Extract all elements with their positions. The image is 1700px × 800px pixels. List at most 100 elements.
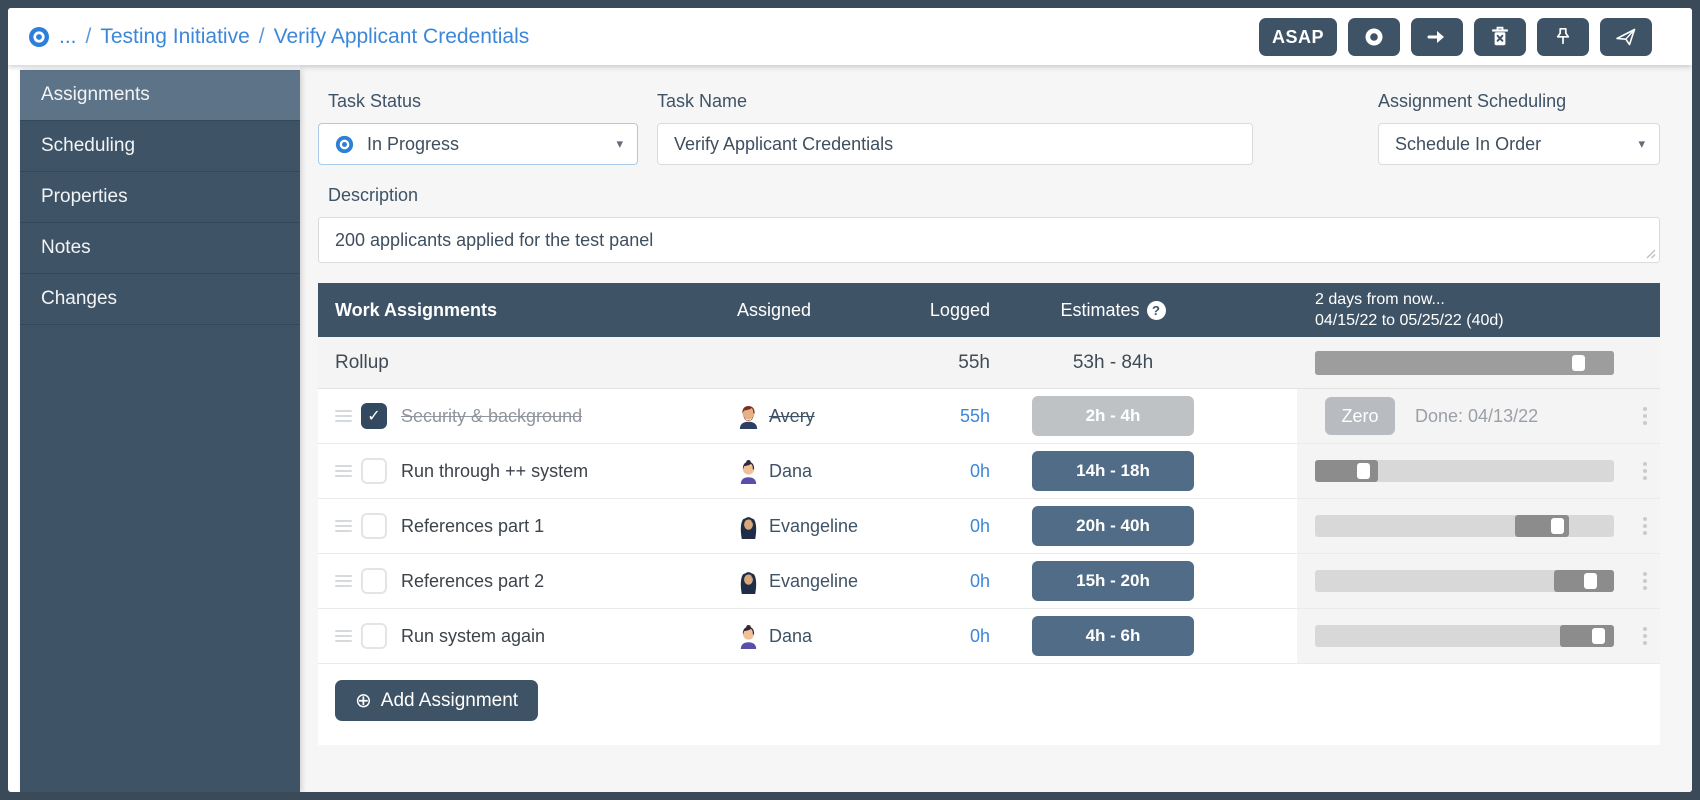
task-checkbox[interactable] (361, 623, 387, 649)
estimate-pill[interactable]: 20h - 40h (1032, 506, 1194, 546)
drag-handle-icon[interactable] (335, 520, 352, 532)
task-checkbox[interactable] (361, 458, 387, 484)
table-header-row: Work Assignments Assigned Logged Estimat… (318, 283, 1660, 337)
window-frame: ... / Testing Initiative / Verify Applic… (0, 0, 1700, 800)
avatar-dana (737, 459, 760, 484)
in-progress-icon (335, 135, 354, 154)
sidebar-item-assignments[interactable]: Assignments (20, 70, 300, 121)
avatar-avery (737, 404, 760, 429)
assignment-name[interactable]: Security & background (401, 406, 582, 427)
row-menu-icon[interactable] (1643, 572, 1647, 590)
rollup-label: Rollup (318, 337, 714, 388)
rollup-timeline-bar[interactable] (1315, 351, 1614, 375)
sidebar-item-changes[interactable]: Changes (20, 274, 300, 325)
task-status-icon (28, 26, 50, 48)
avatar-evangeline (737, 569, 760, 594)
arrow-right-icon (1426, 27, 1448, 47)
logged-hours-link[interactable]: 0h (970, 461, 990, 482)
add-assignment-button[interactable]: ⊕ Add Assignment (335, 680, 538, 721)
task-checkbox[interactable] (361, 568, 387, 594)
rollup-logged: 55h (958, 352, 990, 374)
logged-hours-link[interactable]: 55h (960, 406, 990, 427)
row-menu-icon[interactable] (1643, 462, 1647, 480)
header-estimates-label: Estimates (1060, 300, 1139, 321)
help-icon[interactable]: ? (1147, 301, 1166, 320)
table-row: References part 2 Evangeline 0h 15h - 20… (318, 554, 1660, 609)
assignment-name[interactable]: References part 1 (401, 516, 544, 537)
sidebar-item-notes[interactable]: Notes (20, 223, 300, 274)
description-input[interactable]: 200 applicants applied for the test pane… (318, 217, 1660, 263)
breadcrumb-project[interactable]: Testing Initiative (100, 25, 249, 49)
status-donut-button[interactable] (1348, 18, 1400, 56)
send-button[interactable] (1600, 18, 1652, 56)
zero-button[interactable]: Zero (1325, 397, 1395, 435)
move-button[interactable] (1411, 18, 1463, 56)
timeline-marker[interactable] (1584, 573, 1597, 589)
assignment-name[interactable]: References part 2 (401, 571, 544, 592)
sidebar-item-scheduling[interactable]: Scheduling (20, 121, 300, 172)
assignment-name[interactable]: Run through ++ system (401, 461, 588, 482)
table-row: ✓ Security & background Avery 55h 2h - 4… (318, 389, 1660, 444)
breadcrumb-separator: / (86, 25, 92, 49)
pin-button[interactable] (1537, 18, 1589, 56)
resize-grip-icon[interactable] (1644, 247, 1656, 259)
rollup-estimate: 53h - 84h (1073, 352, 1153, 374)
asap-button[interactable]: ASAP (1259, 18, 1337, 56)
checkmark-icon: ✓ (367, 406, 380, 426)
header-assigned: Assigned (714, 283, 890, 337)
plus-circle-icon: ⊕ (355, 688, 372, 713)
work-assignments-table: Work Assignments Assigned Logged Estimat… (318, 283, 1660, 745)
estimate-pill[interactable]: 4h - 6h (1032, 616, 1194, 656)
assignee-name[interactable]: Evangeline (769, 571, 858, 592)
drag-handle-icon[interactable] (335, 575, 352, 587)
logged-hours-link[interactable]: 0h (970, 626, 990, 647)
logged-hours-link[interactable]: 0h (970, 516, 990, 537)
assignee-name[interactable]: Dana (769, 626, 812, 647)
timeline-marker[interactable] (1592, 628, 1605, 644)
task-checkbox[interactable]: ✓ (361, 403, 387, 429)
donut-icon (1364, 27, 1384, 47)
drag-handle-icon[interactable] (335, 465, 352, 477)
pin-icon (1553, 26, 1573, 48)
sidebar: Assignments Scheduling Properties Notes … (20, 70, 300, 792)
row-menu-icon[interactable] (1643, 517, 1647, 535)
top-bar: ... / Testing Initiative / Verify Applic… (8, 8, 1692, 65)
task-name-input[interactable]: Verify Applicant Credentials (657, 123, 1253, 165)
timeline-bar[interactable] (1315, 515, 1614, 537)
breadcrumb-ellipsis[interactable]: ... (59, 25, 77, 49)
drag-handle-icon[interactable] (335, 630, 352, 642)
task-name-label: Task Name (657, 91, 747, 112)
timeline-bar[interactable] (1315, 460, 1614, 482)
assignee-name[interactable]: Dana (769, 461, 812, 482)
header-logged: Logged (890, 283, 990, 337)
assignment-scheduling-label: Assignment Scheduling (1378, 91, 1566, 112)
estimate-pill[interactable]: 2h - 4h (1032, 396, 1194, 436)
task-checkbox[interactable] (361, 513, 387, 539)
rollup-row: Rollup 55h 53h - 84h (318, 337, 1660, 389)
sidebar-item-properties[interactable]: Properties (20, 172, 300, 223)
delete-button[interactable] (1474, 18, 1526, 56)
timeline-marker[interactable] (1551, 518, 1564, 534)
row-menu-icon[interactable] (1643, 627, 1647, 645)
task-status-select[interactable]: In Progress ▾ (318, 123, 638, 165)
add-assignment-row: ⊕ Add Assignment (318, 664, 1660, 745)
timeline-marker[interactable] (1357, 463, 1370, 479)
timeline-marker[interactable] (1572, 355, 1585, 371)
assignee-name[interactable]: Avery (769, 406, 815, 427)
assignment-name[interactable]: Run system again (401, 626, 545, 647)
logged-hours-link[interactable]: 0h (970, 571, 990, 592)
breadcrumb-task[interactable]: Verify Applicant Credentials (274, 25, 530, 49)
assignee-name[interactable]: Evangeline (769, 516, 858, 537)
estimate-pill[interactable]: 14h - 18h (1032, 451, 1194, 491)
table-row: References part 1 Evangeline 0h 20h - 40… (318, 499, 1660, 554)
timeline-bar[interactable] (1315, 570, 1614, 592)
timeline-bar[interactable] (1315, 625, 1614, 647)
trash-icon (1490, 26, 1510, 48)
task-status-value: In Progress (367, 134, 459, 155)
assignment-scheduling-select[interactable]: Schedule In Order ▾ (1378, 123, 1660, 165)
breadcrumb: ... / Testing Initiative / Verify Applic… (28, 25, 529, 49)
row-menu-icon[interactable] (1643, 407, 1647, 425)
drag-handle-icon[interactable] (335, 410, 352, 422)
estimate-pill[interactable]: 15h - 20h (1032, 561, 1194, 601)
assignment-scheduling-value: Schedule In Order (1395, 134, 1541, 155)
